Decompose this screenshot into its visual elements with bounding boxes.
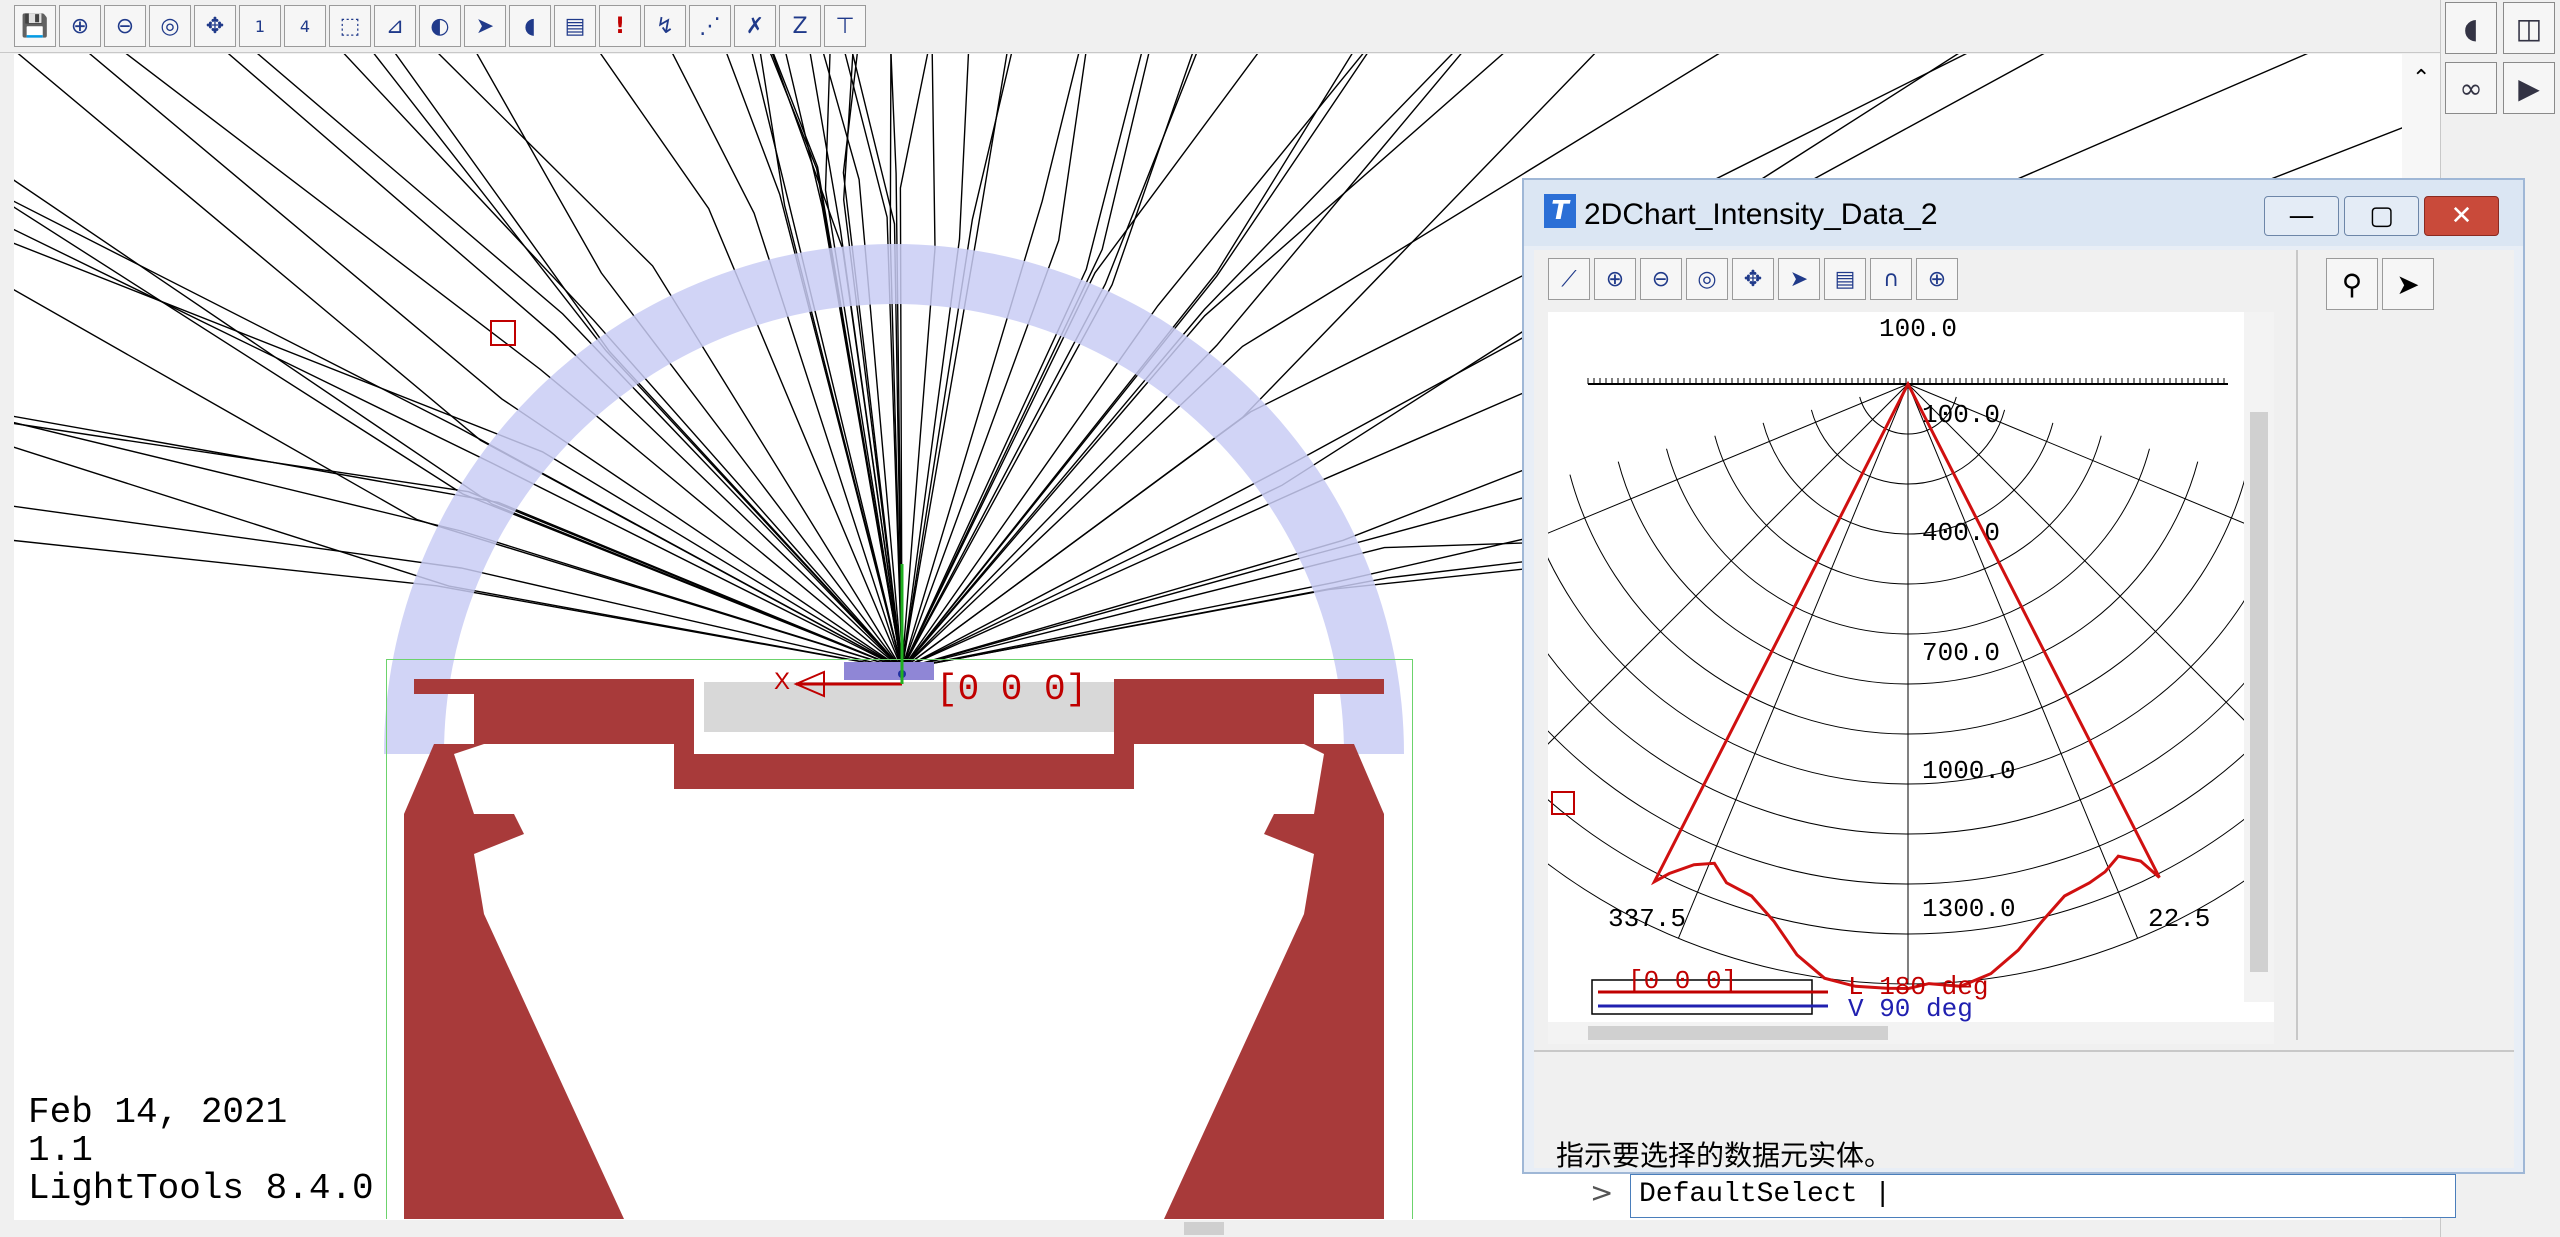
- legend-label: V 90 deg: [1848, 994, 1973, 1022]
- legend-label: [0 0 0]: [1628, 966, 1737, 996]
- ray-trace-icon[interactable]: ↯: [644, 5, 686, 47]
- save-icon[interactable]: 💾: [14, 5, 56, 47]
- led-source: [844, 662, 934, 680]
- text-icon[interactable]: ▤: [554, 5, 596, 47]
- plot-vertical-scrollbar[interactable]: [2244, 312, 2274, 1002]
- coordinate-label: [0 0 0]: [936, 669, 1087, 710]
- maximize-button[interactable]: ▢: [2344, 196, 2419, 236]
- chart-icon[interactable]: ◫: [2503, 2, 2555, 54]
- lens-icon[interactable]: ◖: [509, 5, 551, 47]
- status-divider: [1534, 1050, 2514, 1052]
- zoom-window-icon[interactable]: ◎: [149, 5, 191, 47]
- radial-tick-label: 100.0: [1922, 400, 2000, 430]
- minimize-button[interactable]: —: [2264, 196, 2339, 236]
- polar-ring: [1424, 513, 2392, 885]
- hscroll-thumb[interactable]: [1184, 1222, 1224, 1235]
- polar-spoke: [1353, 383, 1909, 615]
- plot-horizontal-scrollbar[interactable]: [1548, 1022, 2274, 1044]
- paint-brush-icon[interactable]: ⟋: [1548, 258, 1590, 300]
- polar-spoke: [1483, 383, 1909, 809]
- main-toolbar: 💾 ⊕ ⊖ ◎ ✥ 1 4 ⬚ ⊿ ◐ ➤ ◖ ▤! ↯ ⋰ ✗ Z ⊤: [0, 0, 2454, 53]
- view-4-icon[interactable]: 4: [284, 5, 326, 47]
- curve-icon[interactable]: ∩: [1870, 258, 1912, 300]
- radial-tick-label: 1300.0: [1922, 894, 2016, 924]
- polar-ring: [1376, 526, 2440, 935]
- view-1-icon[interactable]: 1: [239, 5, 281, 47]
- polar-chart[interactable]: 100.0100.0400.0700.01000.01300.0337.5 22.…: [1327, 312, 2489, 1024]
- bounding-box-top: [386, 659, 1413, 660]
- zoom-fit-icon[interactable]: ✥: [194, 5, 236, 47]
- ray-line: [901, 54, 1194, 670]
- binoculars-icon[interactable]: ∞: [2445, 62, 2497, 114]
- receiver-icon[interactable]: ⊤: [824, 5, 866, 47]
- ray-line: [672, 54, 903, 670]
- rays-icon[interactable]: ⋰: [689, 5, 731, 47]
- chart-window-body: ⟋ ⊕ ⊖ ◎ ✥ ➤ ▤ ∩ ⊕ ⚲ ➤ 100.0 100.0 400.0 700.0 1000.0 1…: [1327, 250, 2514, 1218]
- probe-icon[interactable]: ⊕: [1916, 258, 1958, 300]
- polar-plot-area[interactable]: 100.0 100.0 400.0 700.0 1000.0 1300.0 337.5 22.…: [1327, 312, 2489, 1024]
- plot-hscroll-thumb[interactable]: [1588, 1026, 1888, 1040]
- radial-tick-label: 700.0: [1922, 638, 2000, 668]
- bounding-box-right: [1412, 659, 1413, 1219]
- polar-spoke: [1677, 383, 1909, 939]
- zoom-window-icon[interactable]: ◎: [1686, 258, 1728, 300]
- chart-window-title: 2DChart_Intensity_Data_2: [1584, 198, 1938, 231]
- ray-line: [822, 54, 903, 670]
- cube-view-icon[interactable]: ⬚: [329, 5, 371, 47]
- x-axis-label: X: [774, 668, 790, 695]
- viewport-horizontal-scrollbar[interactable]: [14, 1220, 2440, 1237]
- chart-window[interactable]: T 2DChart_Intensity_Data_2 — ▢ ✕ ⟋ ⊕ ⊖ ◎ ✥ ➤ ▤…: [1327, 178, 2525, 1218]
- light-source-icon[interactable]: ▶: [2503, 62, 2555, 114]
- zoom-fit-icon[interactable]: ✥: [1732, 258, 1774, 300]
- status-message: 指示要选择的数据元实体。: [1556, 1140, 1893, 1171]
- scene-version: 1.1: [28, 1130, 93, 1171]
- z-icon[interactable]: Z: [779, 5, 821, 47]
- command-prompt-icon: >: [1590, 1176, 1614, 1209]
- zoom-in-icon[interactable]: ⊕: [1594, 258, 1636, 300]
- ray-line: [901, 54, 970, 670]
- radial-tick-label: 100.0: [1879, 314, 1957, 344]
- ray-line: [785, 54, 903, 670]
- select-arrow-icon[interactable]: ➤: [464, 5, 506, 47]
- plot-vscroll-thumb[interactable]: [2250, 412, 2268, 972]
- select-arrow-icon[interactable]: ➤: [1778, 258, 1820, 300]
- scene-date: Feb 14, 2021: [28, 1092, 288, 1133]
- axes-icon[interactable]: ⊿: [374, 5, 416, 47]
- zoom-in-icon[interactable]: ⊕: [59, 5, 101, 47]
- text-icon[interactable]: ▤: [1824, 258, 1866, 300]
- zoom-out-icon[interactable]: ⊖: [1640, 258, 1682, 300]
- magnifier-icon[interactable]: ⚲: [2326, 258, 2378, 310]
- zoom-out-icon[interactable]: ⊖: [104, 5, 146, 47]
- erase-rays-icon[interactable]: ✗: [734, 5, 776, 47]
- scroll-up-icon[interactable]: ⌃: [2412, 66, 2430, 91]
- app-version: LightTools 8.4.0: [28, 1168, 374, 1209]
- housing-profile: [404, 679, 1384, 1219]
- pick-marker: [1551, 791, 1575, 815]
- chart-window-titlebar[interactable]: T 2DChart_Intensity_Data_2 — ▢ ✕: [1524, 180, 2523, 246]
- lens-tool-icon[interactable]: ◐: [419, 5, 461, 47]
- angle-tick-label: 337.5: [1608, 904, 1686, 934]
- alert-icon[interactable]: !: [599, 5, 641, 47]
- app-logo-icon: T: [1544, 194, 1576, 228]
- command-input[interactable]: DefaultSelect |: [1630, 1174, 2456, 1218]
- close-button[interactable]: ✕: [2424, 196, 2499, 236]
- pointer-icon[interactable]: ➤: [2382, 258, 2434, 310]
- ray-line: [901, 54, 1197, 670]
- angle-tick-label: 22.5: [2148, 904, 2210, 934]
- radial-tick-label: 1000.0: [1922, 756, 2016, 786]
- lens-icon[interactable]: ◖: [2445, 2, 2497, 54]
- chart-splitter[interactable]: [2296, 250, 2298, 1040]
- bounding-box-left: [386, 659, 387, 1219]
